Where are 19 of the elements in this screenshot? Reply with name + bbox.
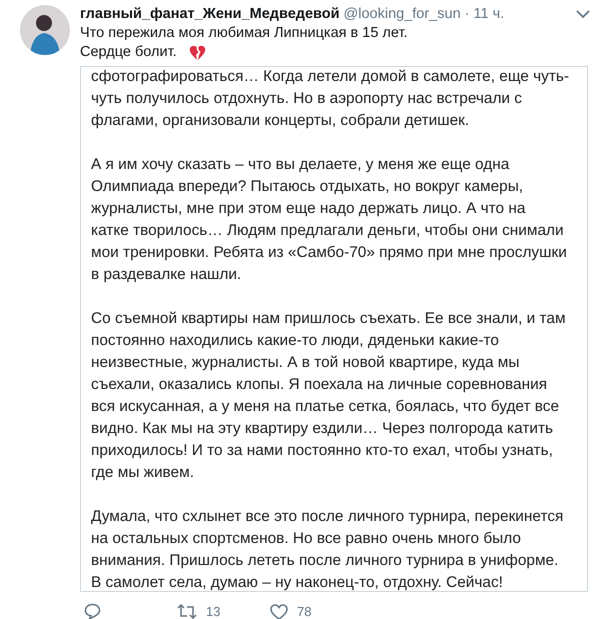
like-count: 78 bbox=[297, 603, 312, 619]
retweet-count: 13 bbox=[206, 603, 220, 619]
paragraph: А я им хочу сказать – что вы делаете, у меня же еще одна Олимпиада впереди? Пытаюсь отдыхать, но вокруг камеры, журналисты, мне при этом еще надо держать лицо. А что на катке творилось… Людям предлагали деньги, чтобы они снимали мои тренировки. Ребята из «Самбо-70» прямо при мне прослушки в раздевалке нашли. bbox=[91, 155, 567, 285]
tweet-text: Что пережила моя любимая Липницкая в 15 лет. bbox=[80, 24, 408, 43]
retweet-icon[interactable] bbox=[177, 604, 197, 619]
avatar[interactable] bbox=[20, 5, 70, 55]
timestamp[interactable]: 11 ч. bbox=[473, 5, 504, 24]
display-name[interactable]: главный_фанат_Жени_Медведевой bbox=[80, 5, 340, 24]
separator: · bbox=[464, 5, 470, 24]
caret-icon[interactable] bbox=[576, 10, 590, 19]
paragraph: Думала, что схлынет все это после личного турнира, перекинется на остальных спортсменов. Но все равно очень много было внимания. Пришлось лететь после личного турнира в униформе. В самолет села, думаю – ну наконец-то, отдохну. Сейчас! bbox=[91, 507, 564, 591]
reply-icon[interactable] bbox=[84, 603, 101, 619]
attached-image[interactable] bbox=[80, 66, 588, 592]
paragraph: сфотографироваться… Когда летели домой в самолете, еще чуть- чуть получилось отдохнуть. Но в аэропорту нас встречали с флагами, организовали концерты, собрали детишек. bbox=[91, 67, 570, 131]
heart-icon[interactable] bbox=[270, 604, 288, 619]
broken-heart-icon bbox=[188, 44, 206, 60]
paragraph: Со съемной квартиры нам пришлось съехать. Ее все знали, и там постоянно находились какие-то люди, дяденьки какие-то неизвестные, журналисты. А в той новой квартире, куда мы съехали, оказались клопы. Я поехала на личные соревнования вся искусанная, а у меня на платье сетка, боялась, что будет все видно. Как мы на эту квартиру ездили… Через полгорода катить приходилось! И то за нами постоянно кто-то ехал, чтобы узнать, где мы живем. bbox=[91, 309, 566, 483]
tweet-text: Сердце болит. bbox=[80, 43, 177, 62]
user-handle[interactable]: @looking_for_sun bbox=[344, 5, 461, 24]
